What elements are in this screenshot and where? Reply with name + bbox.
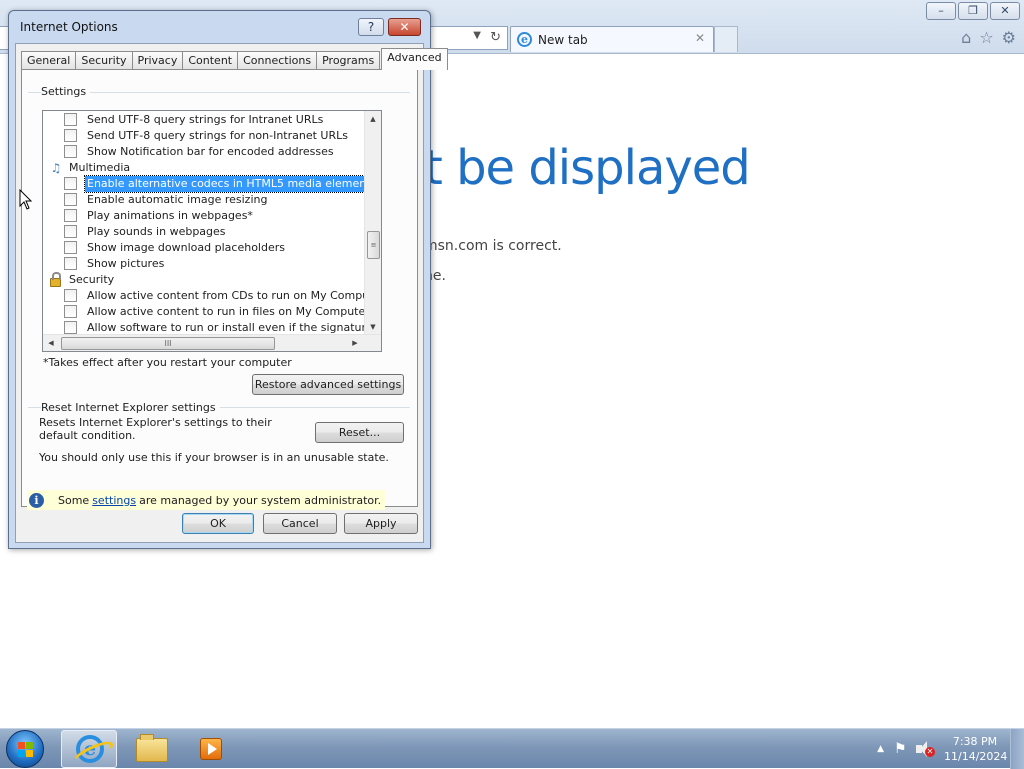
taskbar: e ▲ ⚑ ✕ 7:38 PM 11/14/2024 xyxy=(0,728,1024,769)
tools-gear-icon[interactable]: ⚙ xyxy=(1002,28,1016,47)
settings-horizontal-scrollbar[interactable]: ◀ III ▶ xyxy=(43,334,381,351)
scroll-left-arrow-icon[interactable]: ◀ xyxy=(43,335,59,351)
tab-content[interactable]: Content xyxy=(182,51,239,70)
refresh-icon[interactable]: ↻ xyxy=(490,30,501,45)
close-window-button[interactable]: ✕ xyxy=(990,2,1020,20)
browser-tab[interactable]: e New tab ✕ xyxy=(510,26,714,52)
settings-vertical-scrollbar[interactable]: ▲ ≡ ▼ xyxy=(364,111,381,335)
show-desktop-button[interactable] xyxy=(1010,729,1024,769)
minimize-button[interactable]: – xyxy=(926,2,956,20)
ie-tab-icon: e xyxy=(517,32,532,47)
dialog-body: General Security Privacy Content Connect… xyxy=(15,43,448,543)
setting-label: Send UTF-8 query strings for non-Intrane… xyxy=(87,129,348,142)
error-text-line: msn.com is correct. xyxy=(424,238,562,254)
setting-label: Enable alternative codecs in HTML5 media… xyxy=(84,175,382,193)
volume-muted-icon[interactable]: ✕ xyxy=(916,741,935,757)
tab-privacy[interactable]: Privacy xyxy=(131,51,184,70)
setting-checkbox[interactable] xyxy=(64,145,77,158)
dialog-title: Internet Options xyxy=(20,20,118,34)
scroll-up-arrow-icon[interactable]: ▲ xyxy=(365,111,381,127)
info-icon: i xyxy=(29,492,44,508)
scroll-down-arrow-icon[interactable]: ▼ xyxy=(365,319,381,335)
setting-label: Show Notification bar for encoded addres… xyxy=(87,145,334,158)
vertical-scroll-thumb[interactable]: ≡ xyxy=(367,231,380,259)
setting-checkbox[interactable] xyxy=(64,113,77,126)
advanced-tab-panel: Settings Send UTF-8 query strings for In… xyxy=(21,69,418,510)
taskbar-internet-explorer[interactable]: e xyxy=(61,730,117,768)
tab-security[interactable]: Security xyxy=(75,51,133,70)
restore-advanced-settings-button[interactable]: Restore advanced settings xyxy=(252,374,404,395)
system-tray: ▲ ⚑ ✕ 7:38 PM 11/14/2024 xyxy=(877,729,1024,769)
restore-button[interactable]: ❐ xyxy=(958,2,988,20)
setting-label: Show pictures xyxy=(87,257,165,270)
error-heading: t be displayed xyxy=(424,140,751,196)
setting-checkbox[interactable] xyxy=(64,225,77,238)
setting-label: Allow active content from CDs to run on … xyxy=(87,289,382,302)
setting-label: Enable automatic image resizing xyxy=(87,193,268,206)
setting-checkbox[interactable] xyxy=(64,209,77,222)
restart-note: *Takes effect after you restart your com… xyxy=(43,356,292,369)
taskbar-file-explorer[interactable] xyxy=(124,730,180,768)
windows-logo-icon xyxy=(18,742,33,757)
new-tab-button[interactable] xyxy=(714,26,738,52)
tab-connections[interactable]: Connections xyxy=(237,51,318,70)
taskbar-media-player[interactable] xyxy=(184,730,240,768)
category-label: Multimedia xyxy=(69,161,131,174)
setting-label: Allow active content to run in files on … xyxy=(87,305,376,318)
address-dropdown-icon[interactable]: ▼ xyxy=(473,30,481,41)
action-center-flag-icon[interactable]: ⚑ xyxy=(894,742,908,756)
setting-label: Play sounds in webpages xyxy=(87,225,226,238)
ok-button[interactable]: OK xyxy=(182,513,254,534)
mouse-cursor-icon xyxy=(19,189,33,210)
setting-checkbox[interactable] xyxy=(64,289,77,302)
reset-warning: You should only use this if your browser… xyxy=(39,451,389,464)
reset-description: Resets Internet Explorer's settings to t… xyxy=(39,416,272,442)
settings-group-label: Settings xyxy=(41,85,91,98)
setting-label: Play animations in webpages* xyxy=(87,209,253,222)
dialog-tab-strip: General Security Privacy Content Connect… xyxy=(21,48,448,70)
admin-managed-notice: i Some settings are managed by your syst… xyxy=(27,490,385,510)
scroll-right-arrow-icon[interactable]: ▶ xyxy=(347,335,363,351)
help-button[interactable]: ? xyxy=(358,18,384,36)
media-player-icon xyxy=(200,738,222,760)
tab-programs[interactable]: Programs xyxy=(316,51,381,70)
tab-general[interactable]: General xyxy=(21,51,77,70)
clock[interactable]: 7:38 PM 11/14/2024 xyxy=(944,734,1008,764)
setting-checkbox[interactable] xyxy=(64,241,77,254)
setting-checkbox[interactable] xyxy=(64,177,77,190)
settings-tree[interactable]: Send UTF-8 query strings for Intranet UR… xyxy=(42,110,382,352)
settings-link[interactable]: settings xyxy=(92,494,136,507)
clock-date: 11/14/2024 xyxy=(944,750,1008,763)
category-label: Security xyxy=(69,273,115,286)
show-hidden-icons-icon[interactable]: ▲ xyxy=(877,744,884,754)
internet-options-dialog: Internet Options ? ✕ General Security Pr… xyxy=(8,10,448,549)
setting-checkbox[interactable] xyxy=(64,321,77,334)
reset-button[interactable]: Reset... xyxy=(315,422,404,443)
internet-explorer-icon: e xyxy=(76,735,104,763)
setting-checkbox[interactable] xyxy=(64,129,77,142)
horizontal-scroll-thumb[interactable]: III xyxy=(61,337,275,350)
folder-icon xyxy=(136,734,168,762)
setting-checkbox[interactable] xyxy=(64,257,77,270)
clock-time: 7:38 PM xyxy=(952,735,998,748)
tab-advanced[interactable]: Advanced xyxy=(381,48,448,70)
setting-checkbox[interactable] xyxy=(64,193,77,206)
setting-label: Send UTF-8 query strings for Intranet UR… xyxy=(87,113,324,126)
tab-title: New tab xyxy=(538,32,588,47)
start-button[interactable] xyxy=(6,730,44,768)
favorites-star-icon[interactable]: ☆ xyxy=(979,28,993,47)
reset-group-label: Reset Internet Explorer settings xyxy=(41,401,220,414)
multimedia-icon: ♫ xyxy=(50,161,62,175)
tab-close-icon[interactable]: ✕ xyxy=(695,31,705,45)
setting-checkbox[interactable] xyxy=(64,305,77,318)
apply-button[interactable]: Apply xyxy=(344,513,418,534)
dialog-close-button[interactable]: ✕ xyxy=(388,18,421,36)
lock-icon xyxy=(50,272,61,287)
admin-note-text: Some xyxy=(58,493,90,507)
setting-label: Show image download placeholders xyxy=(87,241,285,254)
home-icon[interactable]: ⌂ xyxy=(961,28,971,47)
cancel-button[interactable]: Cancel xyxy=(263,513,337,534)
admin-note-text: are managed by your system administrator… xyxy=(139,493,382,507)
